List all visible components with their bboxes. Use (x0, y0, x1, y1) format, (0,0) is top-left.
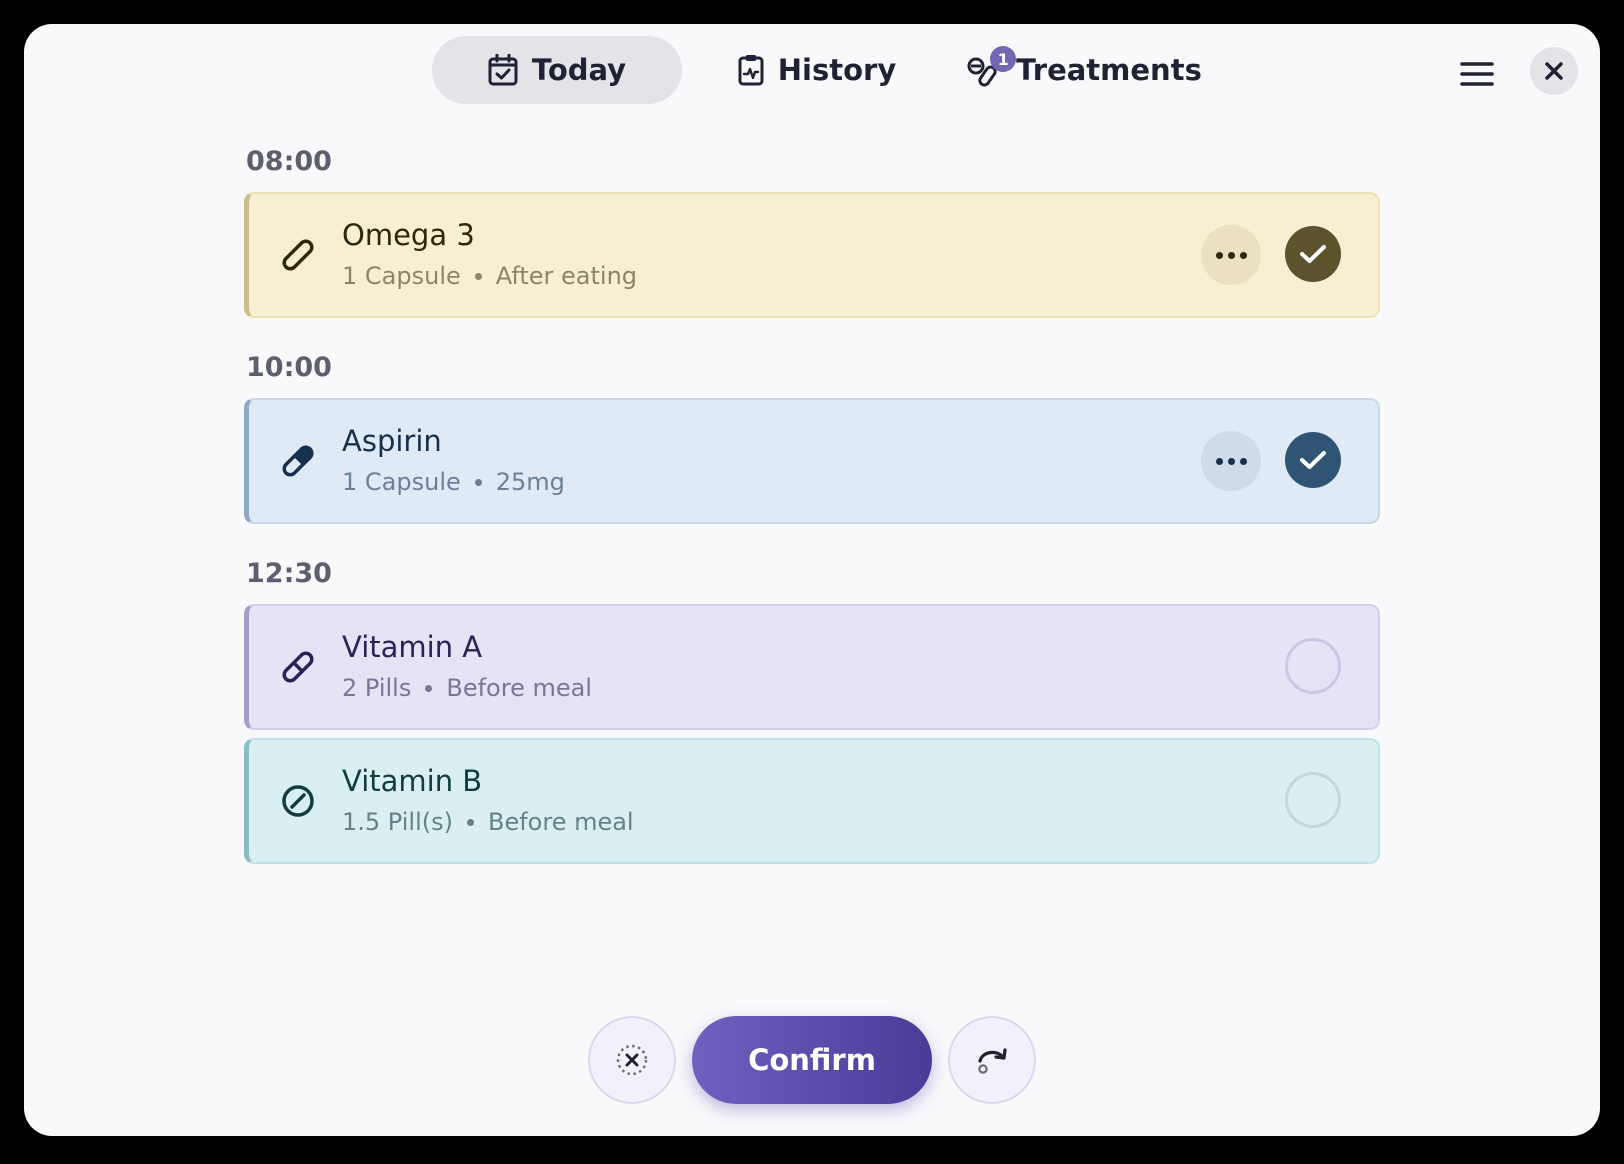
capsule-half-icon (282, 445, 314, 477)
clipboard-pulse-icon (738, 55, 764, 86)
medication-card-omega-3[interactable]: Omega 3 1 Capsule After eating (244, 192, 1380, 318)
capsule-icon (282, 239, 314, 271)
more-dot (1227, 457, 1235, 465)
checkmark-icon (1300, 451, 1326, 469)
medication-details: 2 Pills Before meal (342, 674, 592, 702)
tab-today[interactable]: Today (432, 36, 682, 104)
taken-checkbox[interactable] (1285, 772, 1341, 828)
treatments-badge: 1 (990, 46, 1017, 72)
medication-details: 1 Capsule After eating (342, 262, 637, 290)
medication-dose: 1.5 Pill(s) (342, 808, 453, 836)
tab-today-label: Today (531, 53, 627, 87)
separator-dot (474, 478, 482, 486)
medication-name: Aspirin (342, 424, 442, 458)
time-heading-0800: 08:00 (246, 146, 332, 177)
medication-note: Before meal (487, 808, 634, 836)
more-options-button[interactable] (1201, 225, 1261, 285)
snooze-button[interactable] (948, 1016, 1036, 1104)
close-button[interactable] (1530, 47, 1578, 95)
medication-dose: 1 Capsule (342, 468, 461, 496)
medication-name: Vitamin A (342, 630, 483, 664)
time-heading-1000: 10:00 (246, 352, 332, 383)
app-window: Today History 1 Treatments 08:00 Omega 3… (24, 24, 1600, 1136)
skip-dose-icon (616, 1044, 648, 1076)
tab-bar: Today History 1 Treatments (24, 36, 1600, 104)
medication-note: Before meal (446, 674, 592, 702)
medication-card-vitamin-a[interactable]: Vitamin A 2 Pills Before meal (244, 604, 1380, 730)
medication-note: 25mg (495, 468, 565, 496)
tablet-icon (282, 785, 314, 817)
medication-card-vitamin-b[interactable]: Vitamin B 1.5 Pill(s) Before meal (244, 738, 1380, 864)
tab-treatments-label: Treatments (1016, 53, 1202, 87)
more-options-button[interactable] (1201, 431, 1261, 491)
taken-checkbox[interactable] (1285, 432, 1341, 488)
pills-icon: 1 (966, 46, 1017, 88)
hamburger-menu-button[interactable] (1456, 54, 1500, 98)
close-icon (1545, 62, 1563, 80)
medication-details: 1 Capsule 25mg (342, 468, 565, 496)
tab-history-label: History (777, 53, 897, 87)
capsule-outline-icon (282, 651, 314, 683)
medication-note: After eating (495, 262, 638, 290)
more-dot (1215, 251, 1223, 259)
tab-history[interactable]: History (732, 36, 902, 104)
more-dot (1215, 457, 1223, 465)
time-heading-1230: 12:30 (246, 558, 332, 589)
more-dot (1239, 251, 1247, 259)
separator-dot (466, 818, 474, 826)
medication-dose: 1 Capsule (342, 262, 461, 290)
separator-dot (474, 272, 482, 280)
tab-treatments[interactable]: 1 Treatments (964, 36, 1204, 104)
taken-checkbox[interactable] (1285, 226, 1341, 282)
taken-checkbox[interactable] (1285, 638, 1341, 694)
calendar-check-icon (488, 54, 518, 86)
hamburger-menu-icon (1460, 62, 1494, 86)
snooze-icon (978, 1048, 1007, 1074)
skip-dose-button[interactable] (588, 1016, 676, 1104)
checkmark-icon (1300, 245, 1326, 263)
medication-details: 1.5 Pill(s) Before meal (342, 808, 634, 836)
more-dot (1239, 457, 1247, 465)
separator-dot (425, 684, 433, 692)
medication-card-aspirin[interactable]: Aspirin 1 Capsule 25mg (244, 398, 1380, 524)
more-dot (1227, 251, 1235, 259)
medication-dose: 2 Pills (342, 674, 412, 702)
medication-name: Omega 3 (342, 218, 475, 252)
confirm-button[interactable]: Confirm (692, 1016, 932, 1104)
medication-name: Vitamin B (342, 764, 483, 798)
